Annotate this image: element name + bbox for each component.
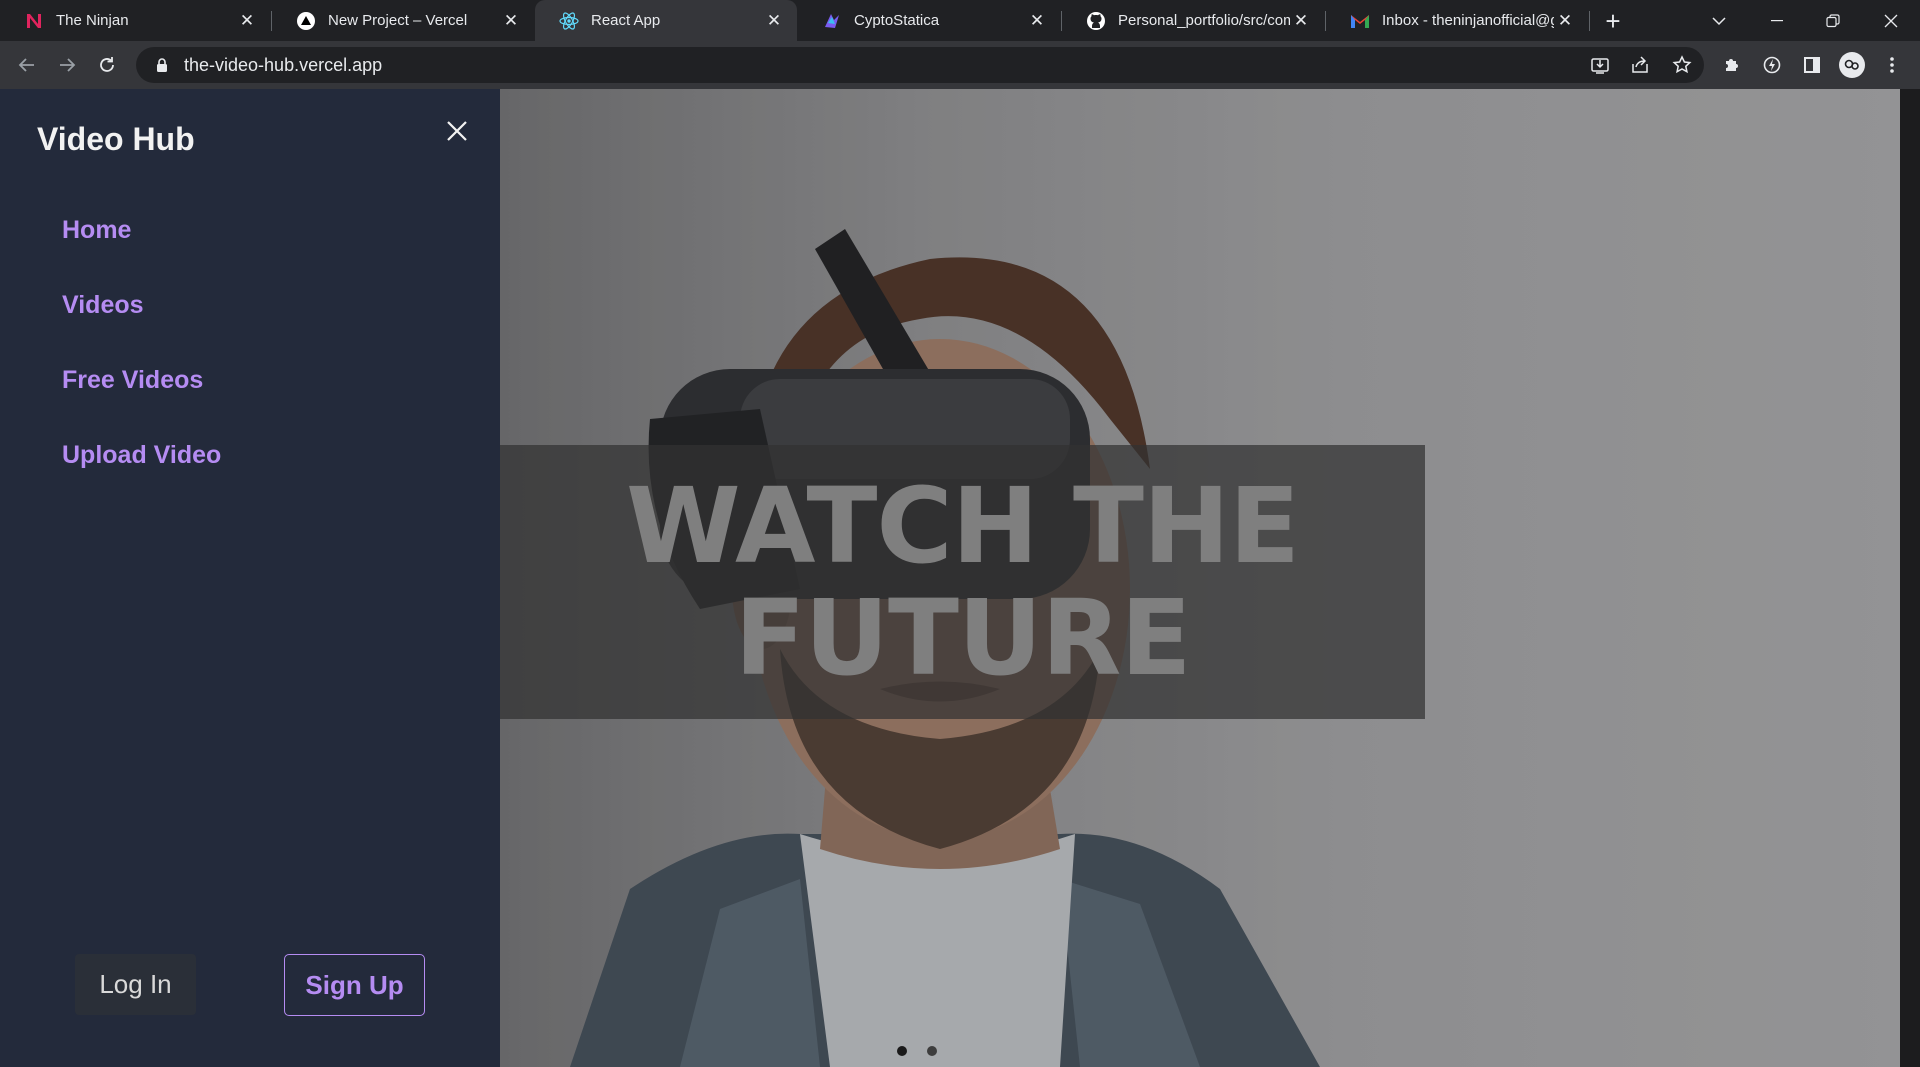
bookmark-star-icon[interactable] bbox=[1668, 51, 1696, 79]
extensions-puzzle-icon[interactable] bbox=[1718, 51, 1746, 79]
side-panel-icon[interactable] bbox=[1798, 51, 1826, 79]
minimize-button[interactable] bbox=[1748, 0, 1806, 41]
tab-title: CyptoStatica bbox=[854, 12, 940, 29]
slide-dot-2[interactable] bbox=[927, 1046, 937, 1056]
close-icon[interactable]: ✕ bbox=[763, 10, 785, 32]
sidebar-item-videos[interactable]: Videos bbox=[62, 289, 221, 364]
tab-strip: The Ninjan ✕ New Project – Vercel ✕ Reac… bbox=[0, 0, 1920, 41]
vercel-triangle-icon bbox=[296, 11, 316, 31]
page-edge-strip bbox=[1900, 89, 1920, 1067]
page-viewport: WATCH THE FUTURE Video Hub Home Videos F… bbox=[0, 89, 1920, 1067]
restore-button[interactable] bbox=[1804, 0, 1862, 41]
install-app-icon[interactable] bbox=[1586, 51, 1614, 79]
kebab-menu-icon[interactable] bbox=[1878, 51, 1906, 79]
profile-avatar[interactable] bbox=[1838, 51, 1866, 79]
share-icon[interactable] bbox=[1626, 51, 1654, 79]
forward-arrow-icon[interactable] bbox=[52, 50, 82, 80]
browser-toolbar: the-video-hub.vercel.app bbox=[0, 41, 1920, 89]
github-icon bbox=[1086, 11, 1106, 31]
tab-personal-portfolio[interactable]: Personal_portfolio/src/com ✕ bbox=[1062, 0, 1324, 41]
hero-banner: WATCH THE FUTURE bbox=[500, 445, 1425, 719]
sidebar-item-upload-video[interactable]: Upload Video bbox=[62, 439, 221, 514]
sidebar-drawer: Video Hub Home Videos Free Videos Upload… bbox=[0, 89, 500, 1067]
hero-slider: WATCH THE FUTURE bbox=[500, 89, 1900, 1067]
tab-the-ninjan[interactable]: The Ninjan ✕ bbox=[0, 0, 270, 41]
hero-headline-line2: FUTURE bbox=[734, 577, 1191, 699]
lock-icon[interactable] bbox=[154, 57, 170, 73]
sidebar-item-home[interactable]: Home bbox=[62, 214, 221, 289]
reload-icon[interactable] bbox=[92, 50, 122, 80]
tab-title: New Project – Vercel bbox=[328, 12, 468, 29]
close-window-button[interactable] bbox=[1862, 0, 1920, 41]
brand-title: Video Hub bbox=[37, 121, 195, 157]
url-text[interactable]: the-video-hub.vercel.app bbox=[184, 55, 382, 76]
tab-new-project-vercel[interactable]: New Project – Vercel ✕ bbox=[272, 0, 534, 41]
hero-headline-line1: WATCH THE bbox=[626, 465, 1300, 587]
slide-dot-1[interactable] bbox=[897, 1046, 907, 1056]
slider-pagination bbox=[897, 1046, 937, 1056]
tab-title: The Ninjan bbox=[56, 12, 129, 29]
tab-title: React App bbox=[591, 12, 661, 29]
tab-divider bbox=[1589, 11, 1590, 31]
address-bar[interactable]: the-video-hub.vercel.app bbox=[136, 47, 1704, 83]
tab-search-chevron-icon[interactable] bbox=[1690, 0, 1748, 41]
tab-title: Personal_portfolio/src/com bbox=[1118, 12, 1290, 29]
close-icon[interactable]: ✕ bbox=[1554, 10, 1576, 32]
sidebar-menu: Home Videos Free Videos Upload Video bbox=[62, 214, 221, 514]
close-icon[interactable]: ✕ bbox=[500, 10, 522, 32]
close-icon[interactable]: ✕ bbox=[1026, 10, 1048, 32]
sidebar-item-free-videos[interactable]: Free Videos bbox=[62, 364, 221, 439]
close-icon[interactable]: ✕ bbox=[236, 10, 258, 32]
login-button[interactable]: Log In bbox=[75, 954, 196, 1015]
close-icon[interactable]: ✕ bbox=[1290, 10, 1312, 32]
tab-cyptostatica[interactable]: CyptoStatica ✕ bbox=[798, 0, 1060, 41]
react-atom-icon bbox=[559, 11, 579, 31]
back-arrow-icon[interactable] bbox=[12, 50, 42, 80]
tab-inbox-gmail[interactable]: Inbox - theninjanofficial@g ✕ bbox=[1326, 0, 1588, 41]
gmail-icon bbox=[1350, 11, 1370, 31]
new-tab-button[interactable]: + bbox=[1599, 6, 1627, 36]
cyptostatica-icon bbox=[822, 11, 842, 31]
performance-icon[interactable] bbox=[1758, 51, 1786, 79]
close-icon[interactable] bbox=[441, 115, 473, 147]
tab-react-app[interactable]: React App ✕ bbox=[535, 0, 797, 41]
tab-title: Inbox - theninjanofficial@g bbox=[1382, 12, 1554, 29]
hero-headline: WATCH THE FUTURE bbox=[626, 465, 1300, 699]
ninjan-n-icon bbox=[24, 11, 44, 31]
signup-button[interactable]: Sign Up bbox=[284, 954, 425, 1016]
